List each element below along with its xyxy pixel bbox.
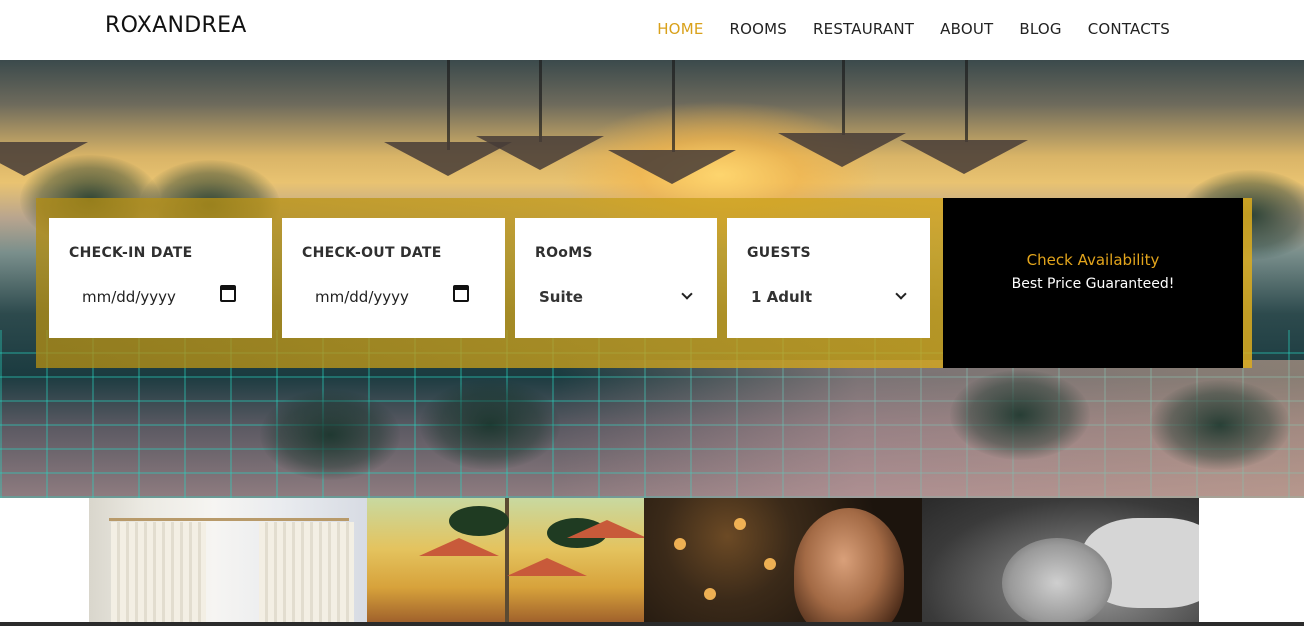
umbrella-pole — [672, 60, 675, 152]
palm-silhouette — [1150, 380, 1290, 470]
bokeh-light — [674, 538, 686, 550]
nav-about[interactable]: ABOUT — [940, 20, 993, 38]
umbrella-shape — [476, 136, 604, 170]
calendar-icon[interactable] — [220, 285, 236, 302]
rooms-label: ROoMS — [535, 245, 593, 261]
check-availability-button[interactable]: Check Availability Best Price Guaranteed… — [943, 198, 1243, 368]
woman-sleeping — [1001, 538, 1112, 626]
site-logo[interactable]: ROXANDREA — [105, 13, 247, 38]
guests-select[interactable]: 1 Adult — [751, 288, 812, 306]
main-nav: HOME ROOMS RESTAURANT ABOUT BLOG CONTACT… — [657, 20, 1170, 38]
checkout-label: CHECK-OUT DATE — [302, 245, 442, 261]
nav-rooms[interactable]: ROOMS — [730, 20, 788, 38]
pool-thumbnail[interactable] — [366, 498, 644, 626]
site-header: ROXANDREA HOME ROOMS RESTAURANT ABOUT BL… — [0, 0, 1304, 60]
umbrella-pole — [965, 60, 968, 142]
nav-contacts[interactable]: CONTACTS — [1088, 20, 1170, 38]
umbrella-shape — [900, 140, 1028, 174]
calendar-icon[interactable] — [453, 285, 469, 302]
checkin-field: CHECK-IN DATE mm/dd/yyyy — [49, 218, 272, 338]
nav-restaurant[interactable]: RESTAURANT — [813, 20, 914, 38]
best-price-label: Best Price Guaranteed! — [1011, 276, 1175, 292]
rooms-select[interactable]: Suite — [539, 288, 583, 306]
page-bottom-bar — [0, 622, 1304, 626]
umbrella-shape — [418, 538, 499, 556]
curtain — [259, 522, 354, 626]
room-thumbnail[interactable] — [89, 498, 367, 626]
umbrella-shape — [566, 520, 644, 538]
spa-thumbnail[interactable] — [921, 498, 1199, 626]
checkin-date-input[interactable]: mm/dd/yyyy — [82, 288, 176, 306]
check-availability-label: Check Availability — [1026, 251, 1160, 269]
palm-silhouette — [950, 370, 1090, 460]
curtain-rod — [109, 518, 349, 521]
feature-thumbnails — [89, 498, 1199, 626]
umbrella-pole — [539, 60, 542, 142]
bokeh-light — [764, 558, 776, 570]
chevron-down-icon[interactable] — [681, 288, 693, 300]
nav-home[interactable]: HOME — [657, 20, 703, 38]
chevron-down-icon[interactable] — [895, 288, 907, 300]
checkout-date-input[interactable]: mm/dd/yyyy — [315, 288, 409, 306]
umbrella-pole — [447, 60, 450, 150]
checkin-label: CHECK-IN DATE — [69, 245, 193, 261]
umbrella-pole — [842, 60, 845, 135]
umbrella-shape — [608, 150, 736, 184]
guests-field: GUESTS 1 Adult — [727, 218, 930, 338]
bokeh-light — [704, 588, 716, 600]
booking-form: CHECK-IN DATE mm/dd/yyyy CHECK-OUT DATE … — [36, 198, 1252, 368]
dining-thumbnail[interactable] — [644, 498, 922, 626]
checkout-field: CHECK-OUT DATE mm/dd/yyyy — [282, 218, 505, 338]
bokeh-light — [734, 518, 746, 530]
nav-blog[interactable]: BLOG — [1019, 20, 1061, 38]
palm-tree — [448, 506, 509, 536]
curtain — [111, 522, 206, 626]
umbrella-shape — [506, 558, 587, 576]
palm-silhouette — [420, 380, 560, 470]
rooms-field: ROoMS Suite — [515, 218, 717, 338]
woman-dining — [794, 508, 904, 626]
palm-silhouette — [260, 390, 400, 480]
guests-label: GUESTS — [747, 245, 811, 261]
umbrella-shape — [778, 133, 906, 167]
